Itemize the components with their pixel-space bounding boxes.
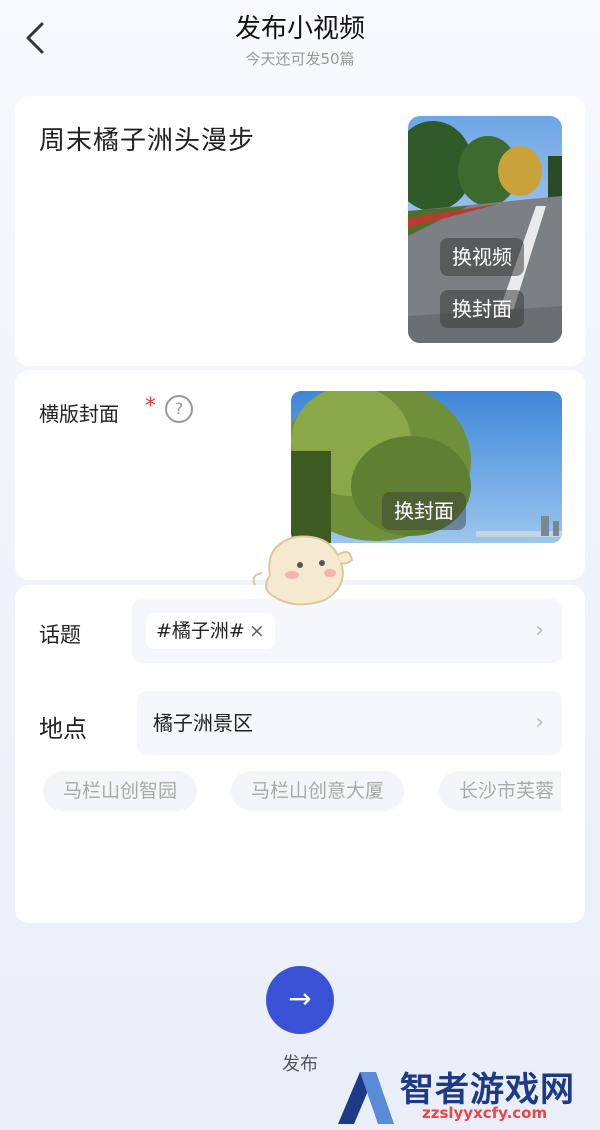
topic-chip-text: #橘子洲# [156,620,245,642]
change-landscape-cover-button[interactable]: 换封面 [382,492,466,530]
location-value: 橘子洲景区 [153,711,253,735]
help-icon[interactable]: ? [165,395,193,423]
publish-button[interactable]: → [266,966,334,1034]
location-suggestion[interactable]: 马栏山创智园 [43,771,198,811]
watermark-logo: 智者游戏网 zzslyyxcfy.com [330,1058,600,1130]
change-cover-button[interactable]: 换封面 [440,290,524,328]
video-thumbnail[interactable]: 换视频 换封面 [408,116,562,343]
mascot-image [250,525,355,610]
change-video-button[interactable]: 换视频 [440,238,524,276]
location-suggestion[interactable]: 马栏山创意大厦 [231,771,405,811]
post-title[interactable]: 周末橘子洲头漫步 [39,120,255,157]
required-asterisk: * [145,394,156,419]
page-title: 发布小视频 [234,14,365,44]
topic-label: 话题 [39,623,81,647]
details-card: 话题 #橘子洲# × › 地点 橘子洲景区 › 马栏山创智园 马栏山创意大厦 长沙… [15,585,585,923]
post-card: 周末橘子洲头漫步 换视频 换封面 [15,96,585,366]
mascot-drawing [252,535,354,606]
watermark-subtext: zzslyyxcfy.com [422,1104,548,1122]
location-field[interactable]: 橘子洲景区 › [137,691,562,755]
page-subtitle: 今天还可发50篇 [245,50,355,68]
topic-chip: #橘子洲# × [146,613,275,649]
chevron-right-icon: › [535,618,544,643]
chevron-right-icon: › [535,710,544,735]
header: 发布小视频 今天还可发50篇 [0,0,600,80]
landscape-cover-label: 横版封面 [39,402,119,426]
logo-mark-icon [338,1072,394,1124]
arrow-right-icon: → [288,982,312,1015]
landscape-cover-image[interactable]: 换封面 [291,391,562,543]
close-icon[interactable]: × [249,620,265,642]
location-label: 地点 [39,715,87,743]
location-suggestion[interactable]: 长沙市芙蓉 [439,771,561,811]
